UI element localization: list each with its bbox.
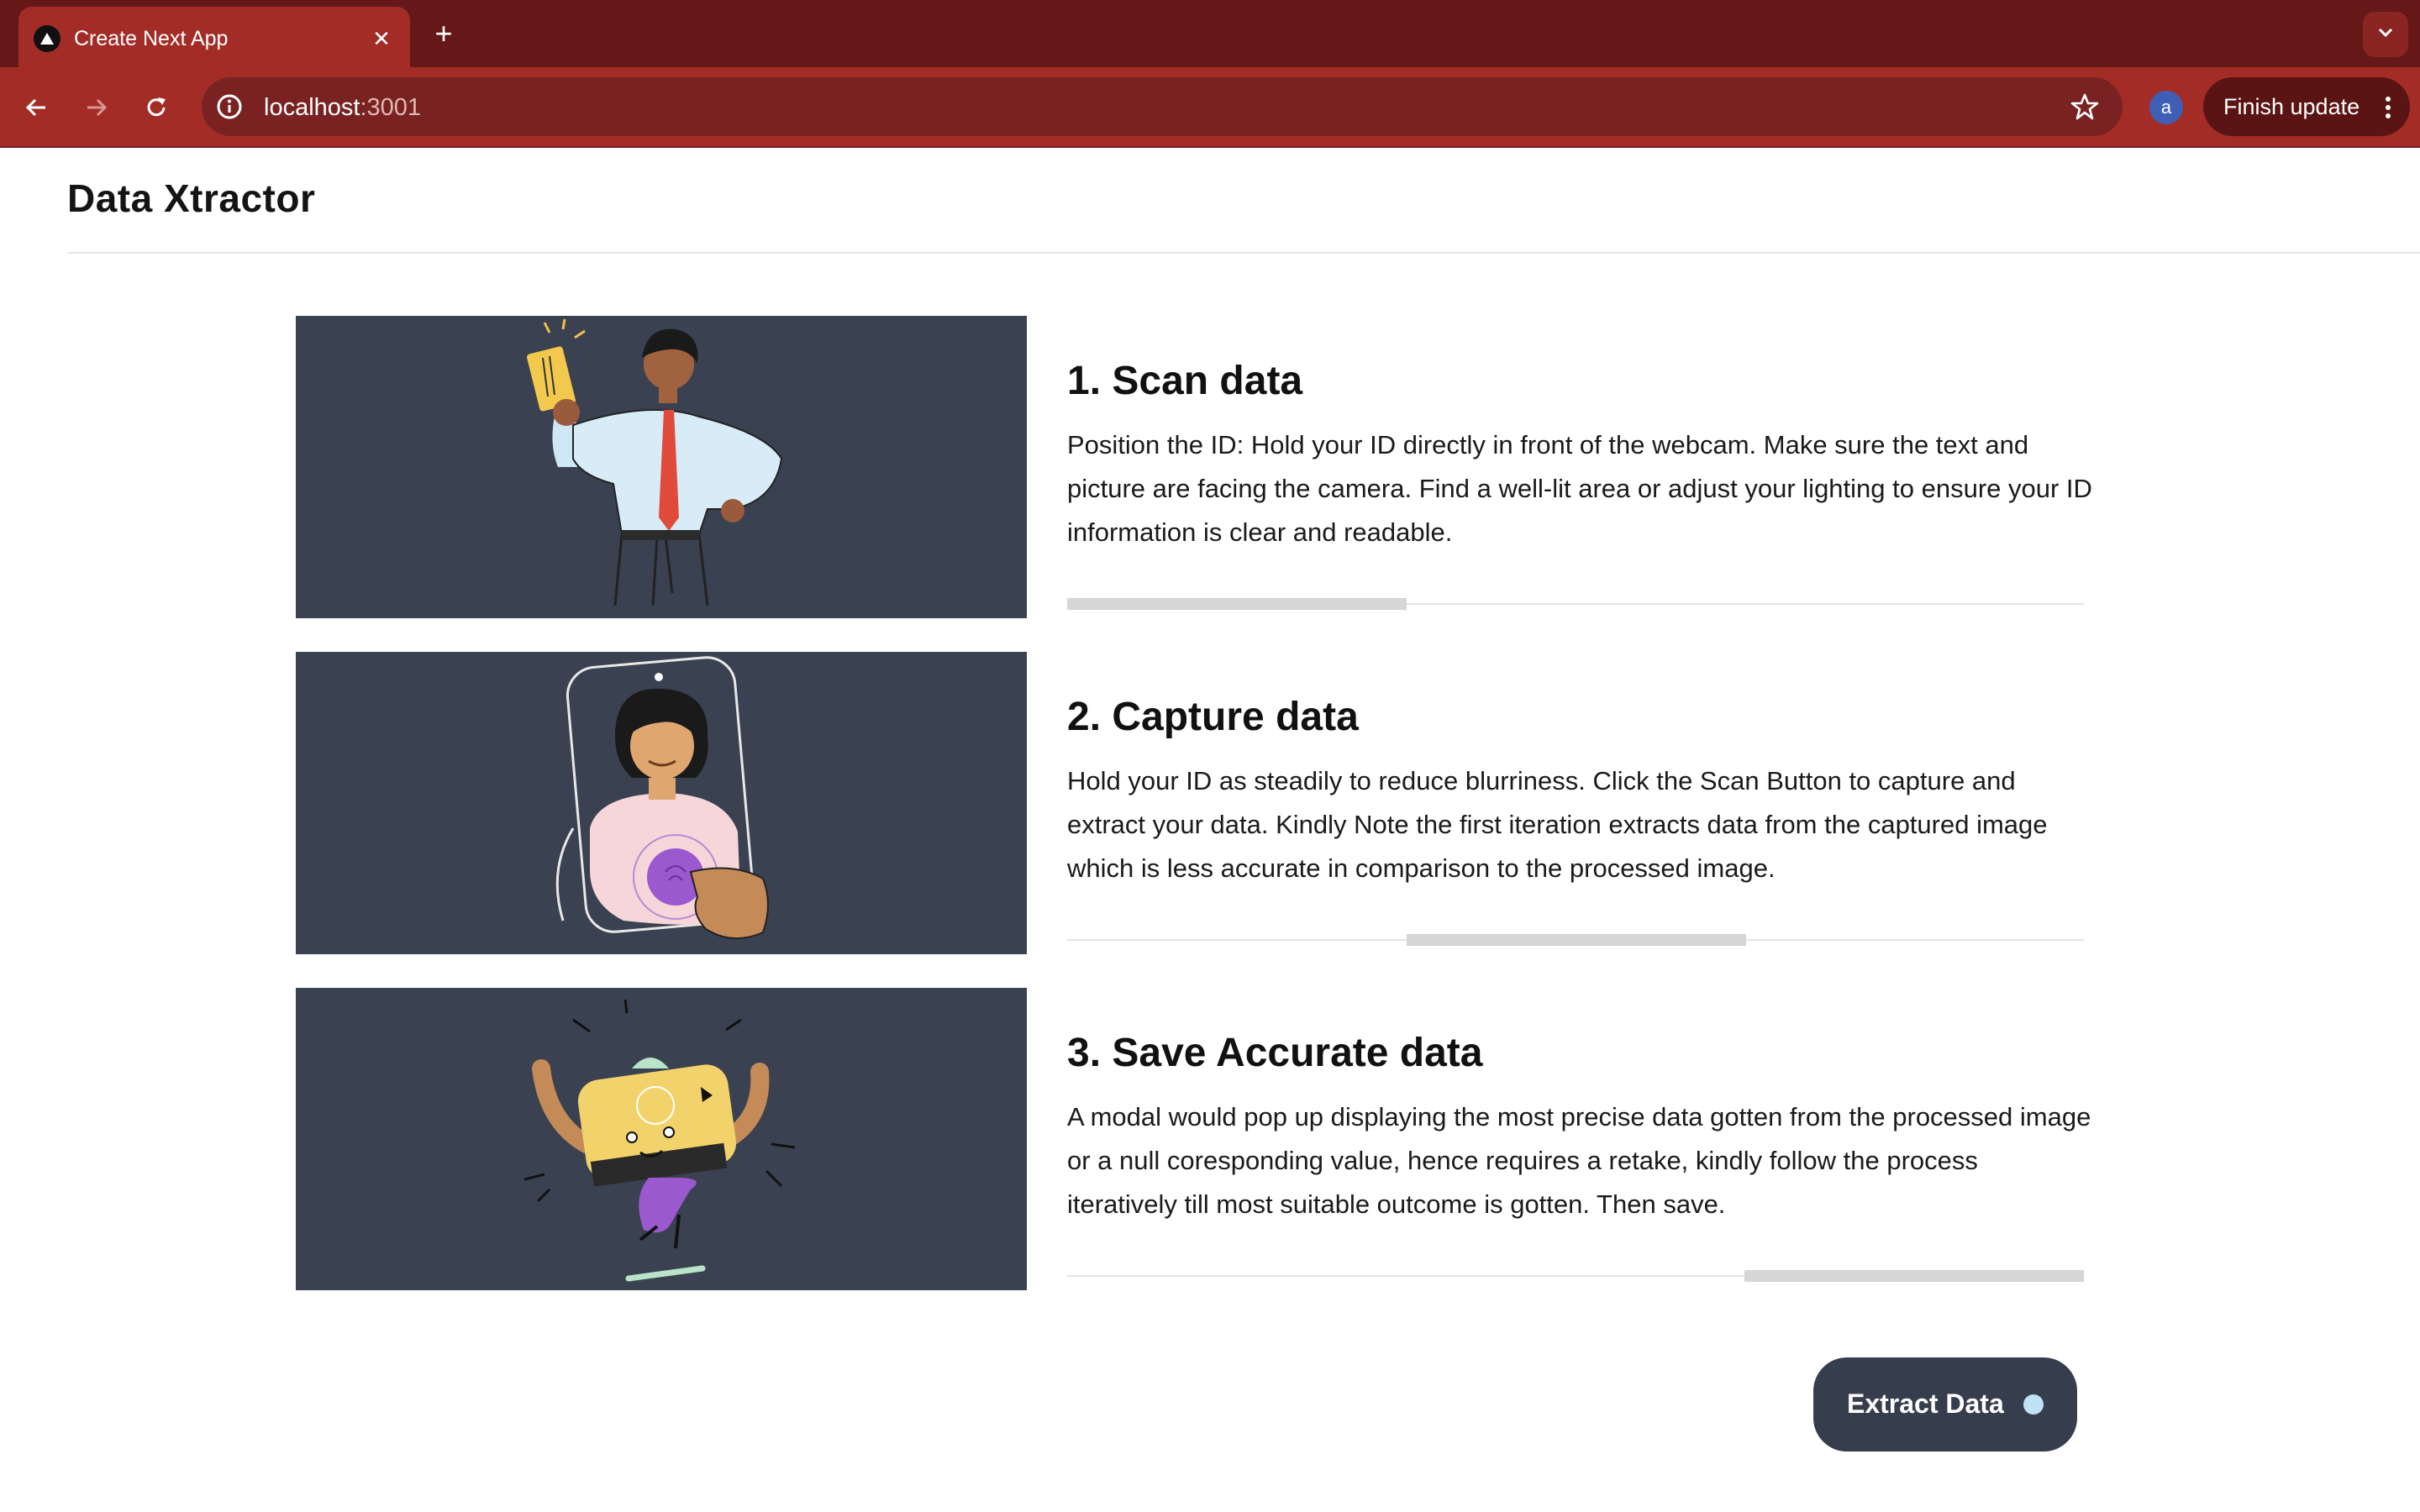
step-1-title: 1. Scan data — [1067, 359, 1303, 403]
step-2-progress-segment — [1407, 934, 1746, 946]
plus-icon[interactable]: + — [425, 15, 462, 52]
finish-update-label: Finish update — [2223, 94, 2360, 119]
step-1-description: Position the ID: Hold your ID directly i… — [1067, 430, 2092, 547]
step-3-illustration — [296, 988, 1027, 1290]
step-2-description: Hold your ID as steadily to reduce blurr… — [1067, 766, 2048, 883]
status-dot-icon — [2023, 1394, 2044, 1415]
step-2-illustration — [296, 652, 1027, 954]
site-info-icon[interactable] — [215, 92, 244, 121]
extract-data-button[interactable]: Extract Data — [1813, 1357, 2077, 1452]
url-host: localhost — [264, 94, 360, 121]
forward-arrow-icon[interactable] — [76, 87, 116, 128]
browser-toolbar: localhost:3001 a Finish update — [0, 67, 2420, 148]
step-3-title: 3. Save Accurate data — [1067, 1031, 1483, 1075]
reload-icon[interactable] — [136, 87, 176, 128]
nextjs-favicon-icon — [34, 25, 60, 52]
back-arrow-icon[interactable] — [17, 87, 57, 128]
finish-update-button[interactable]: Finish update — [2203, 77, 2410, 136]
app-title: Data Xtractor — [67, 176, 316, 220]
step-3-description: A modal would pop up displaying the most… — [1067, 1102, 2091, 1219]
profile-avatar[interactable]: a — [2149, 91, 2183, 124]
browser-tab[interactable]: Create Next App ✕ — [18, 7, 410, 67]
header-divider — [67, 252, 2420, 254]
tab-search-chevron-icon[interactable] — [2363, 12, 2408, 57]
tab-title: Create Next App — [74, 27, 229, 50]
url-text: localhost:3001 — [264, 93, 421, 122]
more-vert-icon[interactable] — [2385, 96, 2391, 123]
bookmark-star-icon[interactable] — [2070, 92, 2099, 125]
extract-data-label: Extract Data — [1847, 1389, 2004, 1419]
address-bar[interactable]: localhost:3001 — [202, 77, 2123, 136]
step-2-title: 2. Capture data — [1067, 695, 1359, 739]
browser-tab-bar: Create Next App ✕ + — [0, 0, 2420, 67]
step-1-progress-segment — [1067, 598, 1407, 610]
step-1-illustration — [296, 316, 1027, 618]
close-icon[interactable]: ✕ — [365, 22, 398, 55]
step-3-progress-segment — [1744, 1270, 2084, 1282]
url-port: :3001 — [360, 94, 422, 121]
